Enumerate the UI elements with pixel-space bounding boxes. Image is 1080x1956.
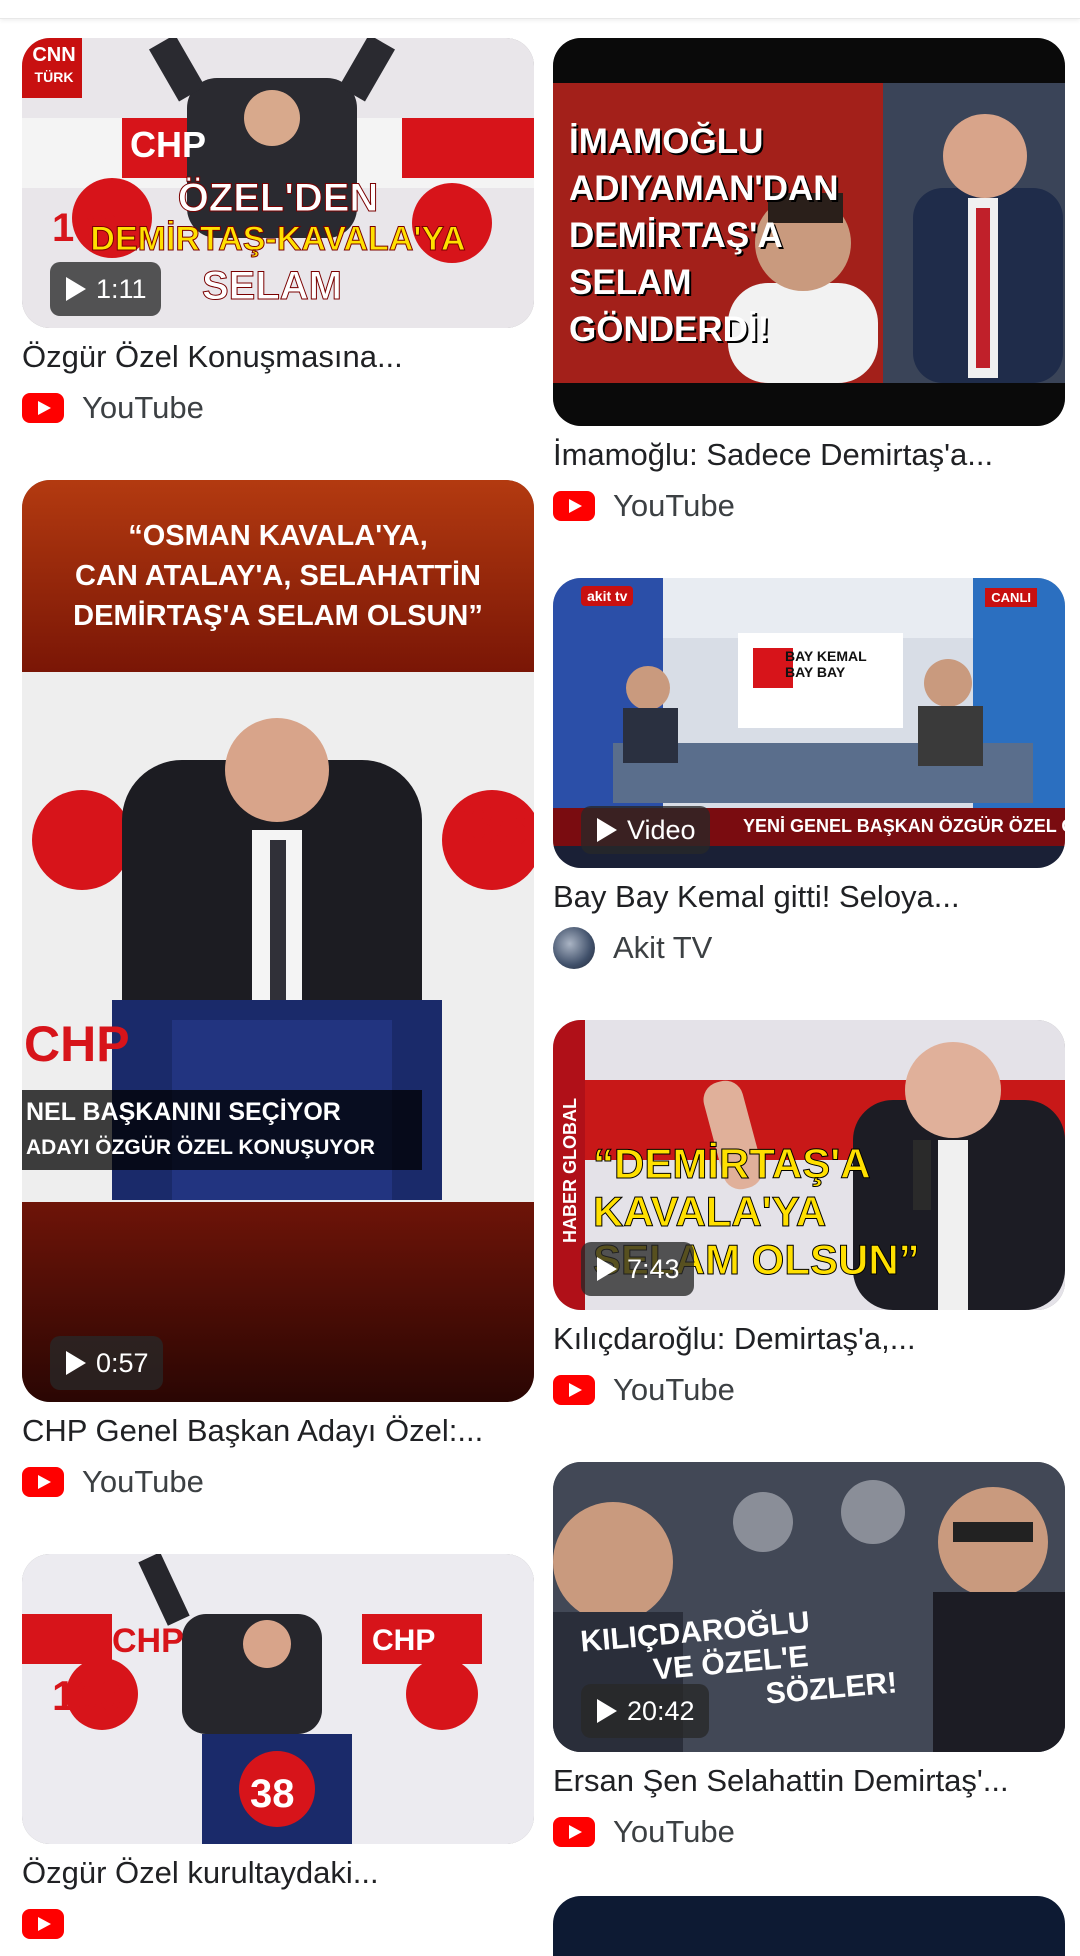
video-thumbnail[interactable]: KILIÇDAROĞLU VE ÖZEL'E SÖZLER! 20:42 <box>553 1462 1065 1752</box>
source-name: YouTube <box>613 1372 735 1407</box>
headline-line-2: ADIYAMAN'DAN <box>569 169 839 208</box>
thumbnail-brand-text: CHP <box>24 1016 130 1072</box>
thumbnail-headline-1: ÖZEL'DEN <box>177 176 379 221</box>
video-thumbnail[interactable]: CHP CHP 100 38 <box>22 1554 534 1844</box>
video-title[interactable]: CHP Genel Başkan Adayı Özel:... <box>22 1412 534 1450</box>
headline-line-5: GÖNDERDİ! <box>569 310 770 349</box>
video-thumbnail[interactable]: HABER GLOBAL “DEMİRTAŞ'A KAVALA'YA SELAM… <box>553 1020 1065 1310</box>
thumbnail-quote: “OSMAN KAVALA'YA, CAN ATALAY'A, SELAHATT… <box>22 516 534 636</box>
video-badge: Video <box>581 806 710 854</box>
video-result-card[interactable]: CHP CHP 100 38 Özgür Özel kurultaydaki..… <box>22 1554 534 1944</box>
video-thumbnail[interactable]: akit tv CANLI BAY KEMAL BAY BAY YENİ GEN… <box>553 578 1065 868</box>
video-title[interactable]: Özgür Özel Konuşmasına... <box>22 338 534 376</box>
video-thumbnail-partial[interactable] <box>553 1896 1065 1956</box>
lower-third-line-2: ADAYI ÖZGÜR ÖZEL KONUŞUYOR <box>26 1136 375 1159</box>
newspaper-line-2: BAY BAY <box>785 664 846 680</box>
news-ticker: YENİ GENEL BAŞKAN ÖZGÜR ÖZEL OLDU <box>743 816 1065 836</box>
video-thumbnail[interactable]: “OSMAN KAVALA'YA, CAN ATALAY'A, SELAHATT… <box>22 480 534 1402</box>
video-source[interactable]: YouTube <box>22 388 534 428</box>
results-column-left: CNN TÜRK CHP 100 ÖZEL'DEN DEMİRTAŞ-KAVAL… <box>22 38 534 1944</box>
thumbnail-lower-third: NEL BAŞKANINI SEÇİYOR ADAYI ÖZGÜR ÖZEL K… <box>26 1094 375 1166</box>
channel-logo: CNN TÜRK <box>28 44 80 88</box>
video-thumbnail[interactable]: İMAMOĞLU ADIYAMAN'DAN DEMİRTAŞ'A SELAM G… <box>553 38 1065 426</box>
thumbnail-number-text-2: 38 <box>250 1772 295 1816</box>
headline-line-2: KAVALA'YA <box>593 1188 827 1236</box>
video-thumbnail[interactable]: CNN TÜRK CHP 100 ÖZEL'DEN DEMİRTAŞ-KAVAL… <box>22 38 534 328</box>
video-title[interactable]: Ersan Şen Selahattin Demirtaş'... <box>553 1762 1065 1800</box>
logo-text: CNN <box>32 44 76 66</box>
play-icon <box>597 1699 617 1723</box>
youtube-icon <box>22 1909 64 1939</box>
video-source[interactable]: YouTube <box>553 486 1065 526</box>
duration-text: 7:43 <box>627 1253 680 1284</box>
thumbnail-headline: İMAMOĞLU ADIYAMAN'DAN DEMİRTAŞ'A SELAM G… <box>569 118 839 353</box>
duration-badge: 7:43 <box>581 1242 694 1296</box>
headline-line-4: SELAM <box>569 263 692 302</box>
thumbnail-number-text: 38 <box>462 791 529 858</box>
channel-logo: akit tv <box>581 586 634 606</box>
live-badge: CANLI <box>985 588 1037 607</box>
akit-tv-icon <box>553 927 595 969</box>
headline-line-1: “DEMİRTAŞ'A <box>593 1140 872 1188</box>
video-source[interactable] <box>22 1904 534 1944</box>
thumbnail-brand-text-2: CHP <box>372 1624 436 1657</box>
lower-third-line-1: NEL BAŞKANINI SEÇİYOR <box>26 1098 341 1126</box>
duration-badge: 1:11 <box>50 262 161 316</box>
youtube-icon <box>553 1375 595 1405</box>
video-title[interactable]: Bay Bay Kemal gitti! Seloya... <box>553 878 1065 916</box>
play-icon <box>597 818 617 842</box>
video-result-card[interactable]: İMAMOĞLU ADIYAMAN'DAN DEMİRTAŞ'A SELAM G… <box>553 38 1065 526</box>
video-source[interactable]: YouTube <box>553 1370 1065 1410</box>
source-name: YouTube <box>82 390 204 425</box>
newspaper-headline: BAY KEMAL BAY BAY <box>785 648 867 680</box>
badge-text: Video <box>627 814 696 845</box>
headline-line-1: İMAMOĞLU <box>569 122 764 161</box>
video-result-card[interactable]: CNN TÜRK CHP 100 ÖZEL'DEN DEMİRTAŞ-KAVAL… <box>22 38 534 428</box>
thumbnail-number-text: 100 <box>52 1672 123 1719</box>
thumbnail-headline-3: SELAM <box>202 264 343 309</box>
newspaper-line-1: BAY KEMAL <box>785 648 867 664</box>
youtube-icon <box>22 1467 64 1497</box>
duration-badge: 20:42 <box>581 1684 709 1738</box>
video-source[interactable]: YouTube <box>553 1812 1065 1852</box>
top-app-bar <box>0 0 1080 19</box>
youtube-icon <box>553 1817 595 1847</box>
video-result-card[interactable]: “OSMAN KAVALA'YA, CAN ATALAY'A, SELAHATT… <box>22 480 534 1502</box>
source-name: Akit TV <box>613 930 713 965</box>
quote-line-2: CAN ATALAY'A, SELAHATTİN <box>75 560 481 592</box>
duration-text: 0:57 <box>96 1347 149 1378</box>
video-source[interactable]: YouTube <box>22 1462 534 1502</box>
play-icon <box>66 1351 86 1375</box>
video-result-card[interactable]: akit tv CANLI BAY KEMAL BAY BAY YENİ GEN… <box>553 578 1065 969</box>
headline-line-3: DEMİRTAŞ'A <box>569 216 783 255</box>
duration-text: 1:11 <box>96 273 147 304</box>
channel-logo-text: HABER GLOBAL <box>559 1097 580 1243</box>
logo-subtext: TÜRK <box>28 66 80 88</box>
thumbnail-headline-2: DEMİRTAŞ-KAVALA'YA <box>90 220 466 259</box>
video-result-card[interactable]: KILIÇDAROĞLU VE ÖZEL'E SÖZLER! 20:42 Ers… <box>553 1462 1065 1852</box>
video-source[interactable]: Akit TV <box>553 927 1065 969</box>
play-icon <box>66 277 86 301</box>
youtube-icon <box>22 393 64 423</box>
duration-text: 20:42 <box>627 1695 695 1726</box>
thumbnail-brand-text: CHP <box>112 1622 184 1660</box>
quote-line-3: DEMİRTAŞ'A SELAM OLSUN” <box>73 600 483 632</box>
video-title[interactable]: İmamoğlu: Sadece Demirtaş'a... <box>553 436 1065 474</box>
video-result-card[interactable]: HABER GLOBAL “DEMİRTAŞ'A KAVALA'YA SELAM… <box>553 1020 1065 1410</box>
source-name: YouTube <box>613 1814 735 1849</box>
youtube-icon <box>553 491 595 521</box>
play-icon <box>597 1257 617 1281</box>
video-title[interactable]: Özgür Özel kurultaydaki... <box>22 1854 534 1892</box>
thumbnail-brand-text: CHP <box>130 124 207 165</box>
quote-line-1: “OSMAN KAVALA'YA, <box>128 520 428 552</box>
source-name: YouTube <box>613 488 735 523</box>
results-column-right: İMAMOĞLU ADIYAMAN'DAN DEMİRTAŞ'A SELAM G… <box>553 38 1065 1956</box>
duration-badge: 0:57 <box>50 1336 163 1390</box>
source-name: YouTube <box>82 1464 204 1499</box>
video-title[interactable]: Kılıçdaroğlu: Demirtaş'a,... <box>553 1320 1065 1358</box>
